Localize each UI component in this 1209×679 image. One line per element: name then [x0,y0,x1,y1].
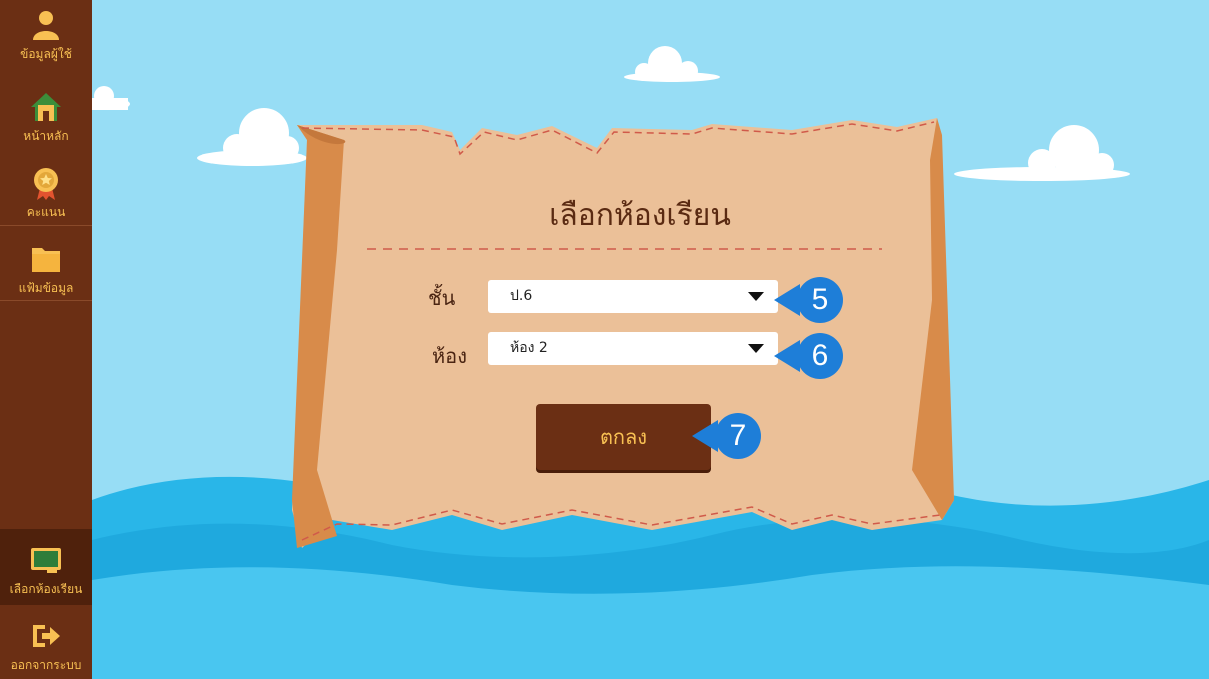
sidebar-divider [0,225,92,226]
logout-icon [33,625,60,647]
sidebar-divider [0,300,92,301]
room-label: ห้อง [432,344,467,368]
callout-number: 7 [729,419,747,452]
sidebar-item-files[interactable]: แฟ้มข้อมูล [0,234,92,300]
sidebar-item-home[interactable]: หน้าหลัก [0,82,92,152]
sidebar-item-user-info[interactable]: ข้อมูลผู้ใช้ [0,0,92,76]
caret-down-icon [748,292,764,301]
sidebar-item-logout[interactable]: ออกจากระบบ [0,611,92,679]
medal-icon [34,168,58,200]
grade-label: ชั้น [428,286,456,310]
sidebar-item-label: เลือกห้องเรียน [9,582,83,596]
grade-select[interactable]: ป.6 [488,280,778,313]
sidebar-item-label: คะแนน [26,205,66,219]
sidebar-item-label: แฟ้มข้อมูล [18,281,74,295]
classroom-board-icon [31,548,61,573]
callout-marker-7: 7 [688,412,762,460]
dialog-title: เลือกห้องเรียน [549,198,731,233]
caret-down-icon [748,344,764,353]
folder-icon [32,248,60,272]
sidebar-item-label: หน้าหลัก [23,129,69,143]
ok-button[interactable]: ตกลง [536,404,711,470]
sidebar: ข้อมูลผู้ใช้ หน้าหลัก คะแนน แฟ้มข้อมูล เ… [0,0,92,679]
home-icon [31,93,61,121]
room-select-value: ห้อง 2 [510,340,548,356]
callout-marker-6: 6 [770,332,844,380]
callout-number: 5 [811,283,829,316]
user-icon [33,11,59,40]
sidebar-item-label: ออกจากระบบ [10,658,82,672]
sidebar-item-label: ข้อมูลผู้ใช้ [20,47,72,61]
room-select[interactable]: ห้อง 2 [488,332,778,365]
callout-number: 6 [811,339,829,372]
callout-marker-5: 5 [770,276,844,324]
sidebar-item-score[interactable]: คะแนน [0,158,92,226]
grade-select-value: ป.6 [510,288,533,304]
sidebar-item-select-classroom[interactable]: เลือกห้องเรียน [0,529,92,605]
